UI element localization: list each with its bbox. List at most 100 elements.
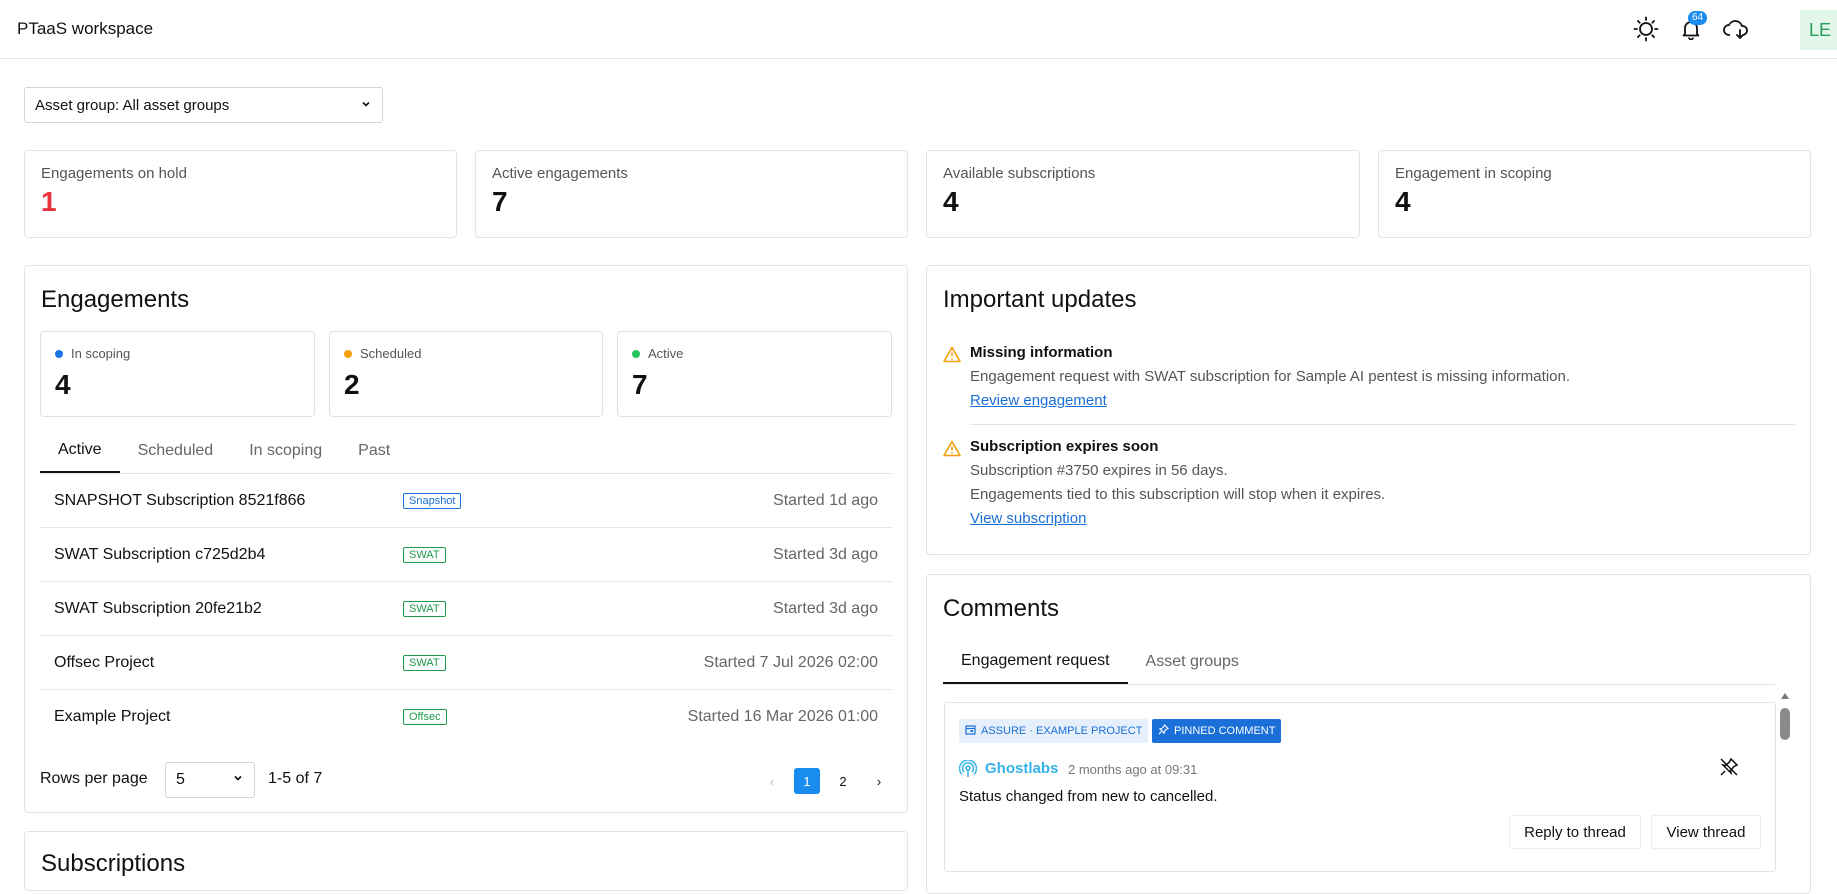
top-bar: PTaaS workspace 64 LE	[0, 0, 1837, 59]
stat-card-active: Active engagements 7	[475, 150, 908, 238]
started-time: Started 16 Mar 2026 01:00	[687, 708, 878, 725]
stat-value: 7	[492, 186, 508, 217]
context-chip[interactable]: ASSURE · EXAMPLE PROJECT	[959, 719, 1149, 743]
summary-in-scoping: In scoping 4	[40, 331, 315, 417]
summary-value: 2	[344, 369, 360, 400]
started-time: Started 7 Jul 2026 02:00	[703, 653, 878, 671]
scheduled-dot	[344, 349, 352, 358]
stat-label: Engagement in scoping	[1395, 165, 1552, 182]
subscriptions-title: Subscriptions	[41, 850, 186, 877]
stat-card-scoping: Engagement in scoping 4	[1378, 150, 1811, 238]
warning-icon	[943, 346, 961, 367]
engagements-title: Engagements	[41, 286, 190, 313]
comment-body: Status changed from new to cancelled.	[959, 788, 1218, 805]
type-tag: SWAT	[403, 600, 446, 617]
review-engagement-link[interactable]: Review engagement	[970, 392, 1107, 409]
update-title: Missing information	[970, 344, 1113, 361]
summary-value: 7	[632, 369, 648, 400]
update-title: Subscription expires soon	[970, 438, 1159, 455]
theme-toggle-icon[interactable]	[1631, 14, 1661, 44]
podcast-icon	[958, 759, 978, 781]
stat-value: 4	[943, 186, 959, 217]
table-row[interactable]: SWAT Subscription c725d2b4 SWAT Started …	[40, 528, 892, 582]
table-row[interactable]: SWAT Subscription 20fe21b2 SWAT Started …	[40, 582, 892, 636]
table-row[interactable]: Offsec Project SWAT Started 7 Jul 2026 0…	[40, 636, 892, 690]
notification-count-badge: 64	[1688, 11, 1708, 25]
summary-label: Active	[648, 346, 684, 361]
divider	[970, 424, 1795, 425]
stat-value: 4	[1395, 186, 1411, 217]
table-row[interactable]: SNAPSHOT Subscription 8521f866 Snapshot …	[40, 474, 892, 528]
asset-group-label: Asset group: All asset groups	[35, 96, 230, 114]
comments-title: Comments	[943, 595, 1060, 622]
engagement-tabs: Active Scheduled In scoping Past	[40, 428, 892, 474]
view-thread-button[interactable]: View thread	[1651, 815, 1761, 849]
type-tag: Snapshot	[403, 492, 462, 509]
update-text: Engagements tied to this subscription wi…	[970, 486, 1386, 503]
type-tag: Offsec	[403, 709, 447, 725]
summary-active: Active 7	[617, 331, 892, 417]
update-text: Subscription #3750 expires in 56 days.	[970, 462, 1228, 479]
stat-card-subscriptions: Available subscriptions 4	[926, 150, 1360, 238]
stat-label: Engagements on hold	[41, 165, 187, 182]
view-subscription-link[interactable]: View subscription	[970, 510, 1086, 527]
page-2-button[interactable]: 2	[830, 768, 856, 794]
important-updates-title: Important updates	[943, 286, 1137, 313]
type-tag: SWAT	[403, 546, 446, 563]
pin-icon	[1158, 724, 1169, 738]
page-range: 1-5 of 7	[268, 770, 323, 787]
comment-author[interactable]: Ghostlabs	[985, 760, 1058, 777]
update-text: Engagement request with SWAT subscriptio…	[970, 368, 1570, 385]
table-row[interactable]: Example Project Offsec Started 16 Mar 20…	[40, 690, 892, 744]
summary-label: Scheduled	[360, 346, 422, 361]
page-1-button[interactable]: 1	[794, 768, 820, 794]
next-page-icon[interactable]: ›	[866, 768, 892, 794]
reply-to-thread-button[interactable]: Reply to thread	[1509, 815, 1641, 849]
stat-card-on-hold: Engagements on hold 1	[24, 150, 457, 238]
workspace-title: PTaaS workspace	[17, 19, 154, 38]
tab-engagement-request[interactable]: Engagement request	[943, 639, 1128, 684]
summary-label: In scoping	[71, 346, 131, 361]
started-time: Started 3d ago	[773, 599, 878, 617]
pinned-chip-label: PINNED COMMENT	[1174, 725, 1276, 737]
type-tag: SWAT	[403, 654, 446, 671]
started-time: Started 1d ago	[773, 491, 878, 509]
active-dot	[632, 349, 640, 358]
unpin-icon[interactable]	[1719, 757, 1739, 780]
cloud-download-icon[interactable]	[1721, 14, 1751, 44]
warning-icon	[943, 440, 961, 461]
engagement-name: SWAT Subscription c725d2b4	[54, 545, 266, 563]
pinned-chip: PINNED COMMENT	[1152, 719, 1282, 743]
rows-per-page-select[interactable]: 5	[165, 762, 255, 798]
stat-label: Active engagements	[492, 165, 628, 182]
rows-per-page-label: Rows per page	[40, 770, 148, 787]
pinned-comment-card: ASSURE · EXAMPLE PROJECT PINNED COMMENT …	[944, 702, 1776, 872]
pagination: Rows per page 5 1-5 of 7 ‹ 1 2 ›	[40, 760, 892, 800]
stat-value: 1	[41, 186, 57, 217]
engagement-name: SWAT Subscription 20fe21b2	[54, 599, 262, 617]
comment-time: 2 months ago at 09:31	[1068, 762, 1198, 777]
started-time: Started 3d ago	[773, 545, 878, 563]
subscriptions-panel: Subscriptions	[24, 831, 908, 891]
summary-scheduled: Scheduled 2	[329, 331, 603, 417]
tab-scheduled[interactable]: Scheduled	[120, 428, 232, 473]
calendar-icon	[965, 724, 976, 738]
comments-scrollbar[interactable]	[1778, 688, 1792, 865]
stat-label: Available subscriptions	[943, 165, 1096, 182]
tab-asset-groups[interactable]: Asset groups	[1128, 639, 1257, 684]
asset-group-select[interactable]: Asset group: All asset groups	[24, 87, 383, 123]
rows-per-page-value: 5	[176, 771, 185, 788]
context-chip-label: ASSURE · EXAMPLE PROJECT	[981, 725, 1143, 737]
user-avatar[interactable]: LE	[1800, 10, 1837, 50]
chevron-down-icon	[360, 97, 372, 114]
tab-in-scoping[interactable]: In scoping	[231, 428, 340, 473]
chevron-down-icon	[232, 771, 244, 789]
comments-tabs: Engagement request Asset groups	[943, 639, 1775, 685]
in-scoping-dot	[55, 349, 63, 358]
engagement-name: Offsec Project	[54, 653, 155, 671]
tab-past[interactable]: Past	[340, 428, 408, 473]
prev-page-icon[interactable]: ‹	[759, 768, 785, 794]
engagement-name: SNAPSHOT Subscription 8521f866	[54, 491, 306, 509]
engagement-name: Example Project	[54, 708, 171, 725]
tab-active[interactable]: Active	[40, 428, 120, 473]
